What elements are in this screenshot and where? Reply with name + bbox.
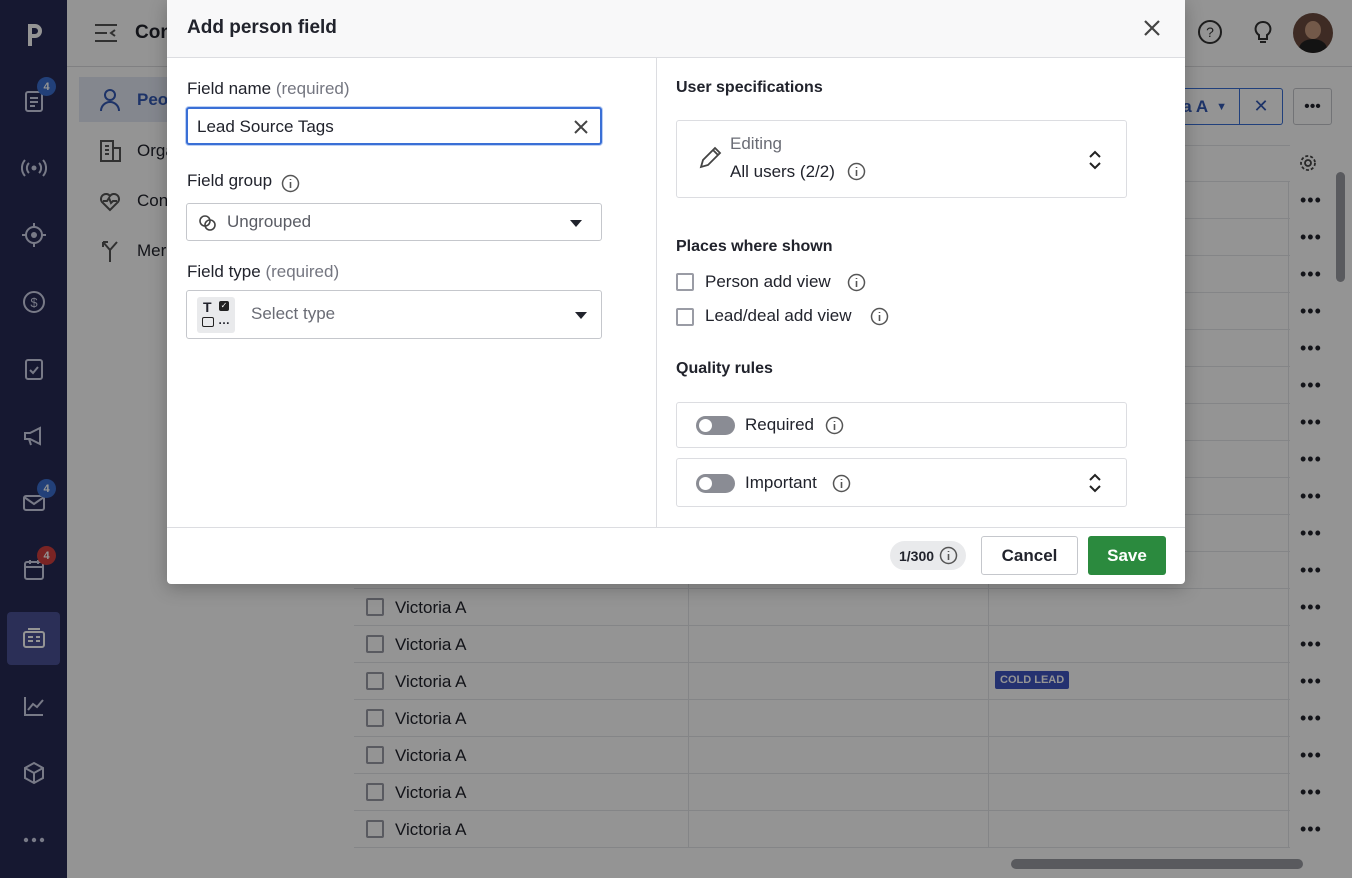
info-icon[interactable]: [939, 546, 958, 565]
editing-value: All users (2/2): [730, 162, 835, 181]
required-hint: (required): [265, 262, 340, 281]
required-hint: (required): [275, 79, 350, 98]
save-button[interactable]: Save: [1088, 536, 1166, 575]
info-icon[interactable]: [847, 273, 866, 292]
required-label: Required: [745, 415, 814, 434]
field-type-select[interactable]: T ✓ … Select type: [186, 290, 602, 339]
lead-deal-add-view-checkbox[interactable]: [676, 308, 694, 326]
person-add-view-checkbox[interactable]: [676, 273, 694, 291]
field-counter: 1/300: [899, 547, 935, 564]
field-type-placeholder: Select type: [251, 304, 336, 323]
field-name-label-text: Field name: [187, 79, 272, 98]
dialog-title: Add person field: [187, 17, 337, 38]
editing-label: Editing: [730, 134, 782, 153]
important-label: Important: [745, 473, 817, 492]
editing-permissions-select[interactable]: Editing All users (2/2): [676, 120, 1127, 198]
field-group-select[interactable]: Ungrouped: [186, 203, 602, 241]
close-icon[interactable]: [1141, 17, 1163, 39]
group-circles-icon: [199, 215, 216, 231]
cancel-button[interactable]: Cancel: [981, 536, 1078, 575]
field-group-label-text: Field group: [187, 171, 273, 190]
info-icon[interactable]: [825, 416, 844, 435]
required-rule-row: Required: [676, 402, 1127, 448]
dialog-footer: 1/300 Cancel Save: [167, 527, 1185, 584]
important-rule-row[interactable]: Important: [676, 458, 1127, 507]
field-type-label-text: Field type: [187, 262, 261, 281]
important-toggle[interactable]: [696, 474, 735, 493]
chevron-down-icon: [575, 312, 587, 319]
field-group-label: Field group: [187, 171, 272, 191]
user-specifications-heading: User specifications: [676, 79, 823, 96]
chevron-down-icon: [570, 220, 582, 227]
column-divider: [656, 58, 657, 527]
field-name-label: Field name (required): [187, 79, 350, 99]
places-heading: Places where shown: [676, 238, 833, 255]
field-type-label: Field type (required): [187, 262, 339, 282]
lead-deal-add-view-label[interactable]: Lead/deal add view: [705, 306, 852, 326]
person-add-view-label[interactable]: Person add view: [705, 272, 831, 292]
required-toggle[interactable]: [696, 416, 735, 435]
info-icon[interactable]: [870, 307, 889, 326]
clear-input-icon[interactable]: [572, 118, 590, 136]
quality-rules-heading: Quality rules: [676, 360, 773, 377]
field-counter-badge: 1/300: [890, 541, 967, 570]
info-icon[interactable]: [281, 174, 300, 193]
field-name-value: Lead Source Tags: [197, 117, 334, 136]
chevron-updown-icon[interactable]: [1088, 472, 1102, 494]
chevron-updown-icon: [1089, 150, 1101, 170]
field-group-value: Ungrouped: [227, 212, 312, 231]
add-person-field-dialog: Add person field Field name (required) L…: [167, 0, 1185, 584]
dialog-header: Add person field: [167, 0, 1185, 58]
info-icon[interactable]: [847, 162, 866, 181]
field-type-icon: T ✓ …: [197, 297, 235, 333]
field-name-input[interactable]: Lead Source Tags: [186, 107, 602, 145]
info-icon[interactable]: [832, 474, 851, 493]
pencil-icon: [699, 146, 722, 169]
